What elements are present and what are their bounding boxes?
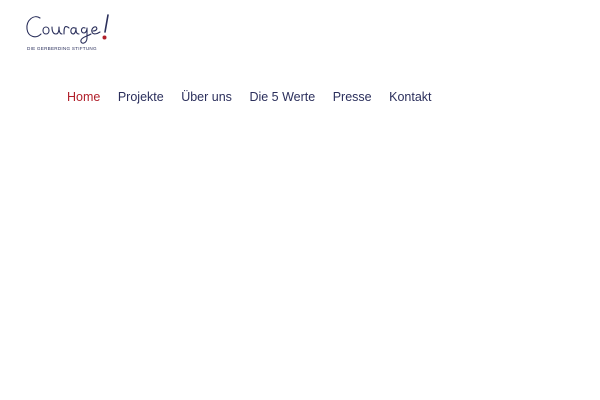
nav-item-kontakt[interactable]: Kontakt — [389, 90, 431, 104]
logo-tagline: DIE GERBERDING STIFTUNG — [27, 46, 97, 51]
main-navigation: Home Projekte Über uns Die 5 Werte Press… — [67, 88, 449, 106]
nav-item-ueber-uns[interactable]: Über uns — [181, 90, 232, 104]
courage-logo[interactable]: DIE GERBERDING STIFTUNG — [24, 12, 124, 56]
main-content-area — [0, 120, 600, 400]
nav-item-home[interactable]: Home — [67, 90, 100, 104]
nav-item-projekte[interactable]: Projekte — [118, 90, 164, 104]
nav-item-die-5-werte[interactable]: Die 5 Werte — [249, 90, 315, 104]
courage-logo-icon — [26, 14, 109, 44]
nav-item-presse[interactable]: Presse — [333, 90, 372, 104]
